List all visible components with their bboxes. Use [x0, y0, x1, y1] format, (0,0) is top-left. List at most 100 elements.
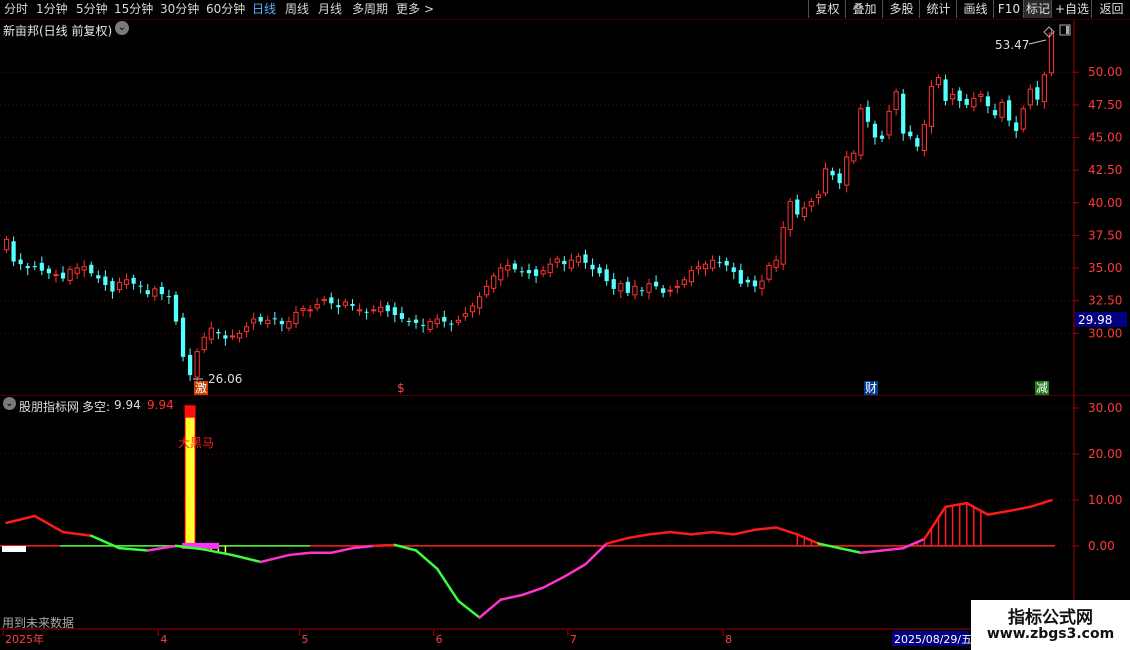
f10-button[interactable]: F10 [993, 0, 1024, 18]
candle-body [526, 270, 532, 274]
period-tab-15min[interactable]: 15分钟 [114, 1, 153, 17]
candle-body [427, 321, 433, 330]
indicator-line-segment [753, 526, 778, 532]
draw-line-button[interactable]: 画线 [956, 0, 994, 18]
candle-series [3, 28, 1055, 385]
price-tick-label: 47.50 [1088, 98, 1122, 112]
candle-body [131, 277, 136, 284]
candle-body [449, 323, 454, 325]
chevron-down-icon[interactable]: ⌄ [115, 21, 129, 35]
candle-body [759, 280, 765, 289]
current-price-box: 29.98 [1078, 313, 1112, 327]
indicator-line-segment [330, 546, 354, 555]
candle-body [1006, 100, 1012, 121]
period-tab-30min[interactable]: 30分钟 [160, 1, 199, 17]
candle-body [342, 301, 349, 306]
candle-body [1035, 87, 1040, 100]
period-tab-1min[interactable]: 1分钟 [36, 1, 68, 17]
candle-body [152, 288, 158, 297]
candle-body [89, 264, 94, 274]
event-marker[interactable]: 激 [194, 381, 209, 395]
high-arrow-icon [1028, 39, 1047, 45]
candle-body [709, 259, 716, 269]
indicator-line-segment [944, 501, 968, 509]
event-marker[interactable]: 减 [1035, 381, 1050, 395]
candle-body [935, 76, 942, 86]
price-tick-label: 40.00 [1088, 196, 1122, 210]
candle-body [639, 290, 645, 292]
event-marker[interactable]: 财 [864, 381, 879, 395]
candle-body [901, 93, 906, 134]
period-tab-fenshi[interactable]: 分时 [4, 1, 28, 17]
candle-body [583, 254, 588, 263]
watermark-title: 指标公式网 [1008, 608, 1093, 628]
period-tab-monthly[interactable]: 月线 [318, 1, 342, 17]
period-tab-60min[interactable]: 60分钟 [206, 1, 245, 17]
candle-body [350, 303, 355, 306]
price-tick-label: 30.00 [1088, 326, 1122, 340]
candle-body [3, 238, 10, 251]
candle-body [336, 305, 341, 308]
price-tick-label: 32.50 [1088, 294, 1122, 308]
candle-body [469, 305, 476, 313]
high-price-label: 53.47 [995, 38, 1029, 52]
candle-body [243, 326, 250, 332]
candle-body [738, 270, 743, 284]
watermark: 指标公式网 www.zbgs3.com [971, 600, 1130, 650]
indicator-line-segment [605, 536, 630, 545]
indicator-bars [182, 405, 982, 554]
candle-body [498, 267, 504, 281]
candle-body [646, 283, 652, 293]
candle-body [964, 98, 969, 105]
candle-body [886, 110, 892, 136]
indicator-line-segment [1029, 498, 1053, 509]
indicator-tick-label: 30.00 [1088, 401, 1122, 415]
indicator-line-segment [986, 509, 1011, 516]
period-tab-more[interactable]: 更多 [396, 1, 420, 17]
stock-title: 新亩邦(日线 前复权) [3, 24, 113, 38]
period-tab-weekly[interactable]: 周线 [285, 1, 309, 17]
period-tab-multi[interactable]: 多周期 [352, 1, 388, 17]
chevron-right-icon[interactable]: > [424, 1, 434, 17]
candle-body [484, 285, 490, 296]
indicator-line-segment [647, 530, 672, 536]
adjust-button[interactable]: 复权 [808, 0, 846, 18]
kline-chart[interactable]: 30.00 32.50 35.00 37.50 40.00 42.50 45.00 47.50… [0, 20, 1130, 396]
candle-body [815, 194, 822, 199]
chevron-down-icon[interactable]: ⌄ [3, 397, 16, 410]
event-marker[interactable]: $ [396, 381, 406, 395]
candle-body [216, 332, 221, 334]
overlay-button[interactable]: 叠加 [845, 0, 883, 18]
candle-body [321, 298, 327, 302]
candle-body [830, 170, 835, 176]
multi-stock-button[interactable]: 多股 [882, 0, 920, 18]
candle-body [1027, 88, 1033, 106]
future-data-note: 用到未来数据 [2, 616, 75, 630]
indicator-grid [0, 407, 1074, 547]
candle-body [385, 305, 390, 312]
candle-body [356, 309, 363, 312]
candle-body [837, 173, 842, 184]
indicator-tick-label: 10.00 [1088, 493, 1122, 507]
indicator-line-segment [231, 553, 262, 564]
indicator-chart[interactable]: 0.00 10.00 20.00 30.00 [0, 396, 1130, 630]
candle-body [766, 264, 772, 280]
period-tab-5min[interactable]: 5分钟 [76, 1, 108, 17]
candle-body [985, 96, 991, 107]
candle-body [159, 286, 164, 295]
candle-body [258, 317, 263, 322]
add-watchlist-button[interactable]: +自选 [1051, 0, 1092, 18]
candle-body [724, 260, 729, 266]
candle-body [921, 123, 928, 152]
panel-toggle-icon[interactable] [1059, 24, 1071, 36]
indicator-line-segment [626, 533, 651, 540]
period-tab-daily[interactable]: 日线 [252, 1, 276, 17]
tag-button[interactable]: 标记 [1023, 0, 1052, 18]
back-button[interactable]: 返回 [1091, 0, 1130, 18]
statistics-button[interactable]: 统计 [919, 0, 957, 18]
candle-body [512, 263, 517, 270]
candle-body [420, 324, 426, 326]
candle-body [1041, 74, 1048, 103]
indicator-line-segment [414, 549, 439, 571]
candle-body [681, 279, 687, 285]
